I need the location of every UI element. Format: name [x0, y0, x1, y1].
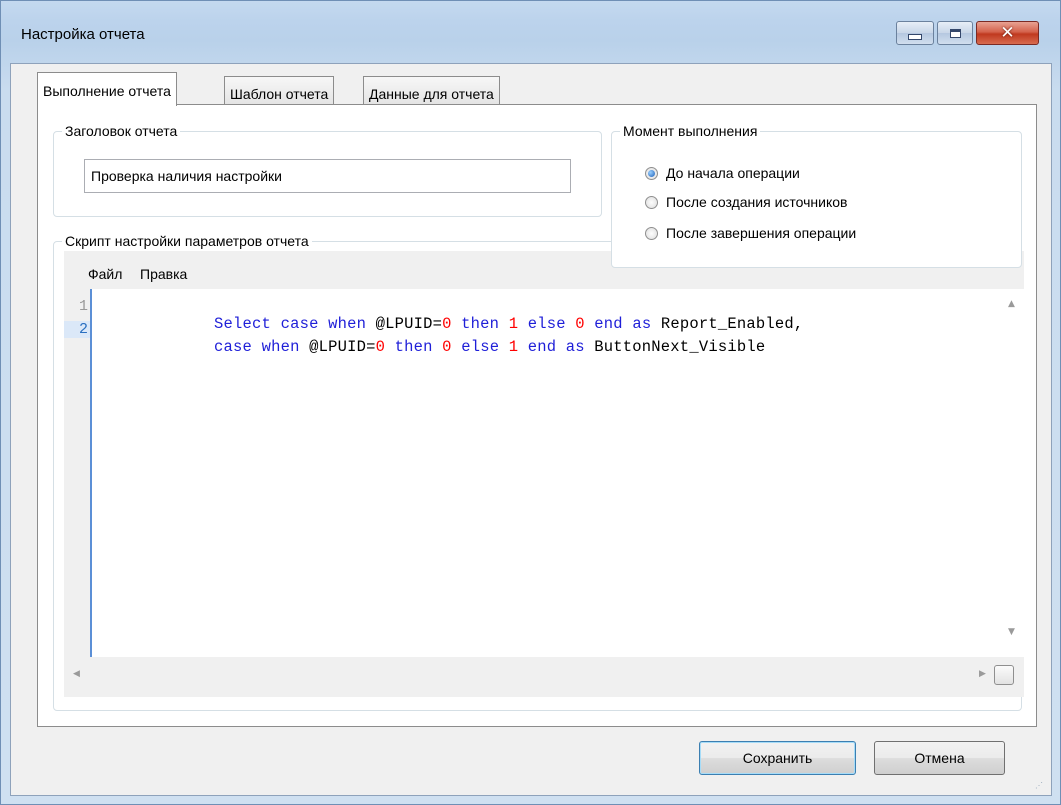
tab-label: Данные для отчета: [369, 86, 494, 102]
vertical-scrollbar[interactable]: ▲ ▼: [1002, 289, 1024, 657]
report-header-group: Заголовок отчета: [53, 123, 602, 217]
radio-label: До начала операции: [666, 165, 800, 181]
line-number-current: 2: [64, 321, 90, 338]
report-header-input[interactable]: [84, 159, 571, 193]
line-number: 1: [78, 298, 88, 315]
horizontal-scrollbar[interactable]: ◀ ▶: [64, 657, 1024, 697]
radio-button[interactable]: [645, 195, 658, 209]
report-header-legend: Заголовок отчета: [62, 123, 181, 139]
tab-panel-report-execution: Заголовок отчета Момент выполнения До на…: [37, 104, 1037, 727]
menu-edit[interactable]: Правка: [140, 266, 187, 282]
tab-report-data[interactable]: Данные для отчета: [363, 76, 500, 106]
maximize-button[interactable]: [937, 21, 973, 45]
resize-grip-icon[interactable]: ⋰: [1035, 781, 1045, 791]
radio-before-operation[interactable]: До начала операции: [645, 165, 800, 181]
scroll-right-icon[interactable]: ▶: [979, 669, 986, 679]
cancel-button[interactable]: Отмена: [874, 741, 1005, 775]
title-bar[interactable]: Настройка отчета ✕: [1, 1, 1060, 63]
line-number-gutter: 1 2: [64, 289, 92, 657]
minimize-icon: [908, 34, 922, 40]
script-editor: Файл Правка 1 2 Select case when @LPUID=…: [64, 251, 1024, 697]
radio-label: После завершения операции: [666, 225, 857, 241]
dialog-body: Выполнение отчета Шаблон отчета Данные д…: [10, 63, 1052, 796]
close-button[interactable]: ✕: [976, 21, 1039, 45]
scroll-down-icon[interactable]: ▼: [1008, 627, 1015, 637]
scroll-left-icon[interactable]: ◀: [73, 669, 80, 679]
code-line-2: case when @LPUID=0 then 0 else 1 end as …: [214, 338, 766, 356]
save-button[interactable]: Сохранить: [699, 741, 856, 775]
radio-button[interactable]: [645, 226, 658, 240]
code-area[interactable]: 1 2 Select case when @LPUID=0 then 1 els…: [64, 289, 1024, 657]
radio-label: После создания источников: [666, 194, 848, 210]
radio-after-sources[interactable]: После создания источников: [645, 194, 847, 210]
minimize-button[interactable]: [896, 21, 934, 45]
dialog-window: Настройка отчета ✕ Выполнение отчета Шаб…: [0, 0, 1061, 805]
scroll-corner-button[interactable]: [994, 665, 1014, 685]
menu-file[interactable]: Файл: [88, 266, 122, 282]
close-icon: ✕: [1000, 22, 1015, 43]
execution-moment-group: Момент выполнения До начала операции Пос…: [611, 123, 1022, 268]
tab-report-template[interactable]: Шаблон отчета: [224, 76, 335, 106]
scroll-up-icon[interactable]: ▲: [1008, 299, 1015, 309]
tab-report-execution[interactable]: Выполнение отчета: [37, 72, 177, 106]
execution-moment-legend: Момент выполнения: [620, 123, 761, 139]
radio-button-checked[interactable]: [645, 166, 658, 180]
maximize-icon: [949, 28, 961, 38]
tab-label: Шаблон отчета: [230, 86, 329, 102]
radio-after-operation[interactable]: После завершения операции: [645, 225, 856, 241]
tab-label: Выполнение отчета: [43, 83, 171, 99]
script-legend: Скрипт настройки параметров отчета: [62, 233, 312, 249]
window-title: Настройка отчета: [21, 26, 145, 43]
